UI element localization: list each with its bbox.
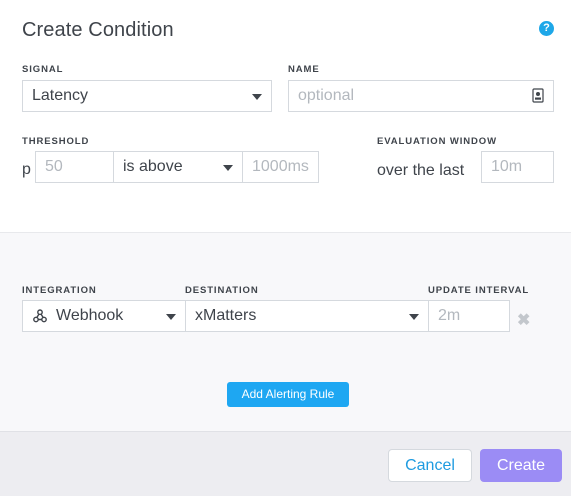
- destination-label: DESTINATION: [185, 285, 259, 296]
- operator-value: is above: [123, 158, 183, 175]
- destination-select[interactable]: xMatters: [185, 300, 429, 332]
- update-interval-input[interactable]: 2m: [428, 300, 510, 332]
- integration-label: INTEGRATION: [22, 285, 97, 296]
- threshold-prefix: p: [22, 161, 31, 178]
- operator-select[interactable]: is above: [113, 151, 243, 183]
- question-circle-icon[interactable]: ?: [539, 21, 554, 36]
- percentile-input[interactable]: 50: [35, 151, 114, 183]
- signal-value: Latency: [32, 87, 89, 104]
- update-interval-label: UPDATE INTERVAL: [428, 285, 530, 296]
- cancel-button[interactable]: Cancel: [388, 449, 472, 482]
- name-label: NAME: [288, 64, 320, 75]
- evaluation-window-label: EVALUATION WINDOW: [377, 136, 497, 147]
- percentile-placeholder: 50: [45, 158, 63, 175]
- update-interval-placeholder: 2m: [438, 307, 461, 324]
- page-title: Create Condition: [22, 19, 174, 41]
- name-input[interactable]: optional: [288, 80, 554, 112]
- chevron-down-icon: [409, 314, 419, 320]
- name-placeholder: optional: [298, 87, 355, 104]
- threshold-value-placeholder: 1000ms: [252, 158, 309, 175]
- chevron-down-icon: [252, 94, 262, 100]
- signal-label: SIGNAL: [22, 64, 64, 75]
- signal-select[interactable]: Latency: [22, 80, 272, 112]
- threshold-value-input[interactable]: 1000ms: [242, 151, 319, 183]
- integration-select[interactable]: Webhook: [22, 300, 186, 332]
- chevron-down-icon: [223, 165, 233, 171]
- chevron-down-icon: [166, 314, 176, 320]
- create-button[interactable]: Create: [480, 449, 562, 482]
- webhook-icon: [33, 309, 47, 323]
- contact-card-icon: [532, 88, 544, 103]
- evaluation-window-text: over the last: [377, 162, 465, 179]
- threshold-label: THRESHOLD: [22, 136, 90, 147]
- integration-value: Webhook: [56, 307, 124, 324]
- evaluation-window-placeholder: 10m: [491, 158, 523, 175]
- destination-value: xMatters: [195, 307, 257, 324]
- add-alerting-rule-button[interactable]: Add Alerting Rule: [227, 382, 349, 407]
- evaluation-window-input[interactable]: 10m: [481, 151, 554, 183]
- remove-rule-close-icon[interactable]: ✖: [517, 310, 530, 330]
